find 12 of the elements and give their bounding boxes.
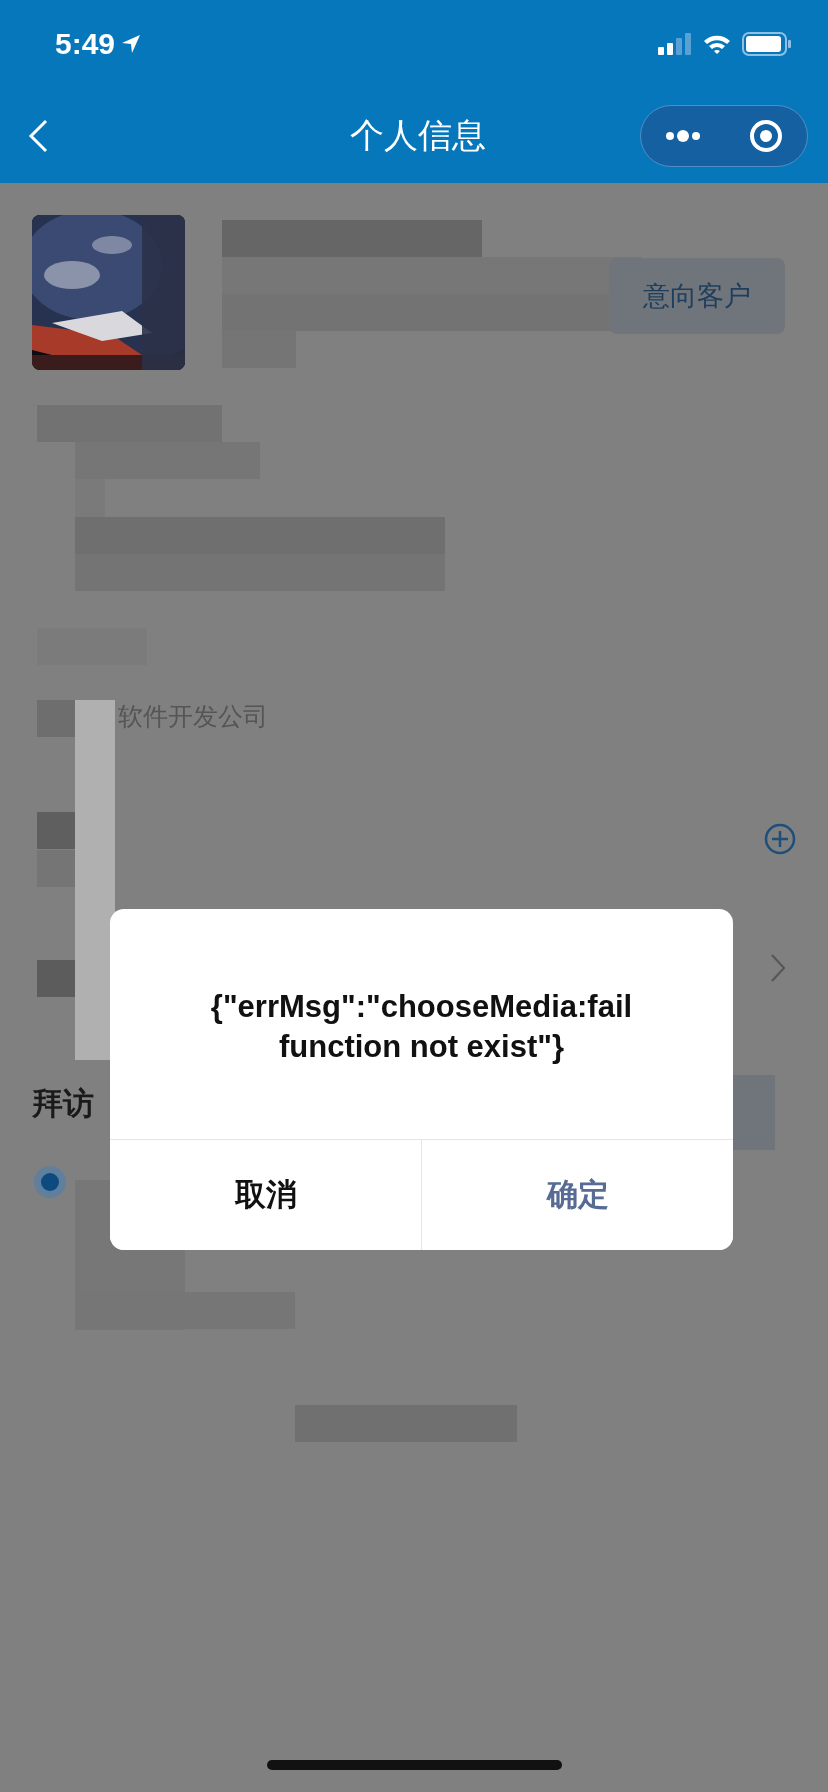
close-icon[interactable] [749, 118, 783, 153]
wifi-icon [702, 33, 732, 55]
location-arrow-icon [121, 34, 142, 54]
page-title: 个人信息 [350, 114, 486, 156]
battery-icon [742, 32, 792, 56]
confirm-button[interactable]: 确定 [421, 1140, 733, 1250]
signal-icon [658, 33, 692, 55]
more-icon[interactable] [665, 128, 701, 143]
section-title: 拜访 [32, 1085, 94, 1123]
back-icon[interactable] [28, 118, 48, 153]
status-time: 5:49 [55, 27, 116, 61]
dialog-message: {"errMsg":"chooseMedia:fail function not exist"} [209, 988, 634, 1067]
